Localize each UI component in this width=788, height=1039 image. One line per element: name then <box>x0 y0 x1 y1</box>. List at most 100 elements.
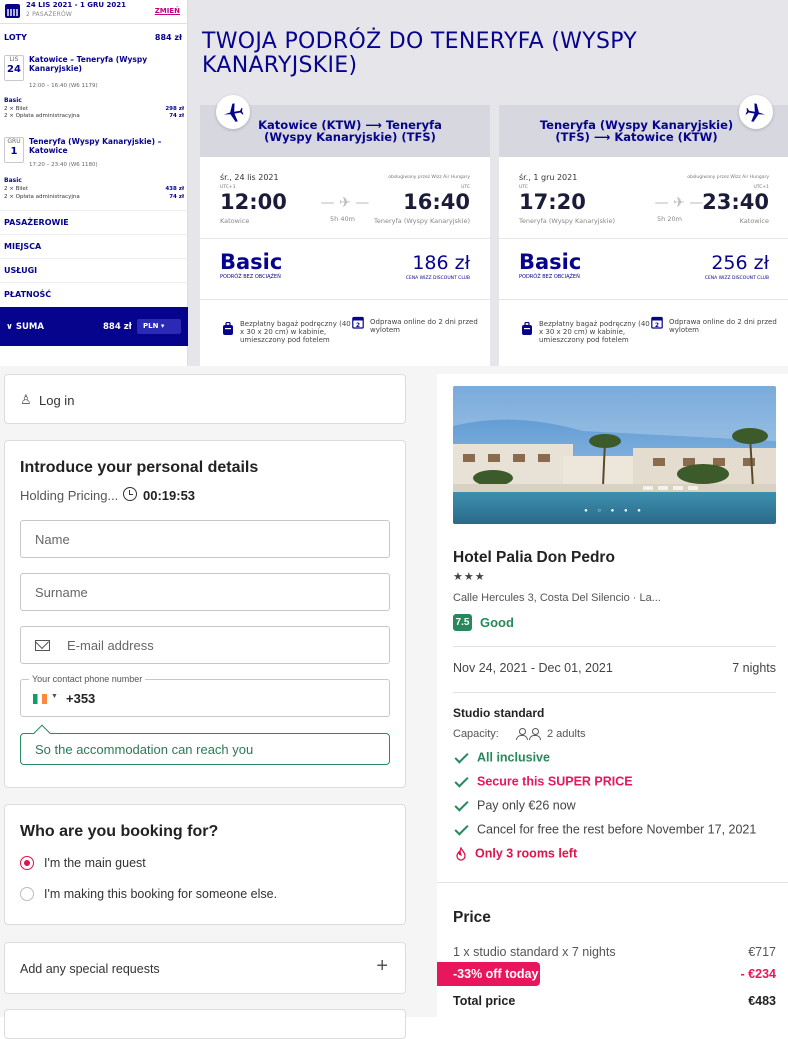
review-score-badge: 7.5 <box>453 614 472 631</box>
flight-path-icon: — ✈ — <box>320 195 370 211</box>
chevron-down-icon[interactable]: ▼ <box>51 693 58 700</box>
perk-checkin: Odprawa online do 2 dni przed wylotem <box>370 318 478 334</box>
change-link[interactable]: ZMIEŃ <box>155 7 180 15</box>
section-passengers[interactable]: PASAŻEROWIE <box>0 210 188 234</box>
surname-field[interactable]: Surname <box>20 573 390 611</box>
inbound-date-box: GRU 1 <box>4 137 24 163</box>
inbound-route: Teneryfa (Wyspy Kanaryjskie) – Katowice <box>29 137 162 155</box>
perk-baggage: Bezpłatny bagaż podręczny (40 x 30 x 20 … <box>240 320 351 344</box>
outbound-time: 12:00 – 16:40 (W6 1179) <box>29 83 98 89</box>
outbound-line-label: 2 × Bilet <box>4 106 28 112</box>
radio-someone-else[interactable] <box>20 887 34 901</box>
name-field[interactable]: Name <box>20 520 390 558</box>
divider <box>200 238 490 239</box>
fire-icon <box>456 846 466 861</box>
flight-date: śr., 24 lis 2021 <box>220 173 279 182</box>
flight-card-inbound: Teneryfa (Wyspy Kanaryjskie) (TFS) ⟶ Kat… <box>499 95 788 366</box>
phone-field[interactable]: Your contact phone number ▼ +353 <box>20 674 390 717</box>
inbound-month: GRU <box>7 138 21 145</box>
outbound-day: 24 <box>7 64 21 75</box>
phone-country-code: +353 <box>66 691 96 706</box>
ireland-flag-icon[interactable] <box>33 694 47 704</box>
perk-checkin: Odprawa online do 2 dni przed wylotem <box>669 318 777 334</box>
feature-text: Cancel for free the rest before November… <box>477 822 757 837</box>
star-rating: ★★★ <box>453 571 486 583</box>
bag-icon <box>522 322 532 335</box>
price-subtitle: CENA WIZZ DISCOUNT CLUB <box>704 276 769 281</box>
stay-nights: 7 nights <box>732 661 776 675</box>
departure-city: Teneryfa (Wyspy Kanaryjskie) <box>519 217 616 225</box>
price-line-label: 1 x studio standard x 7 nights <box>453 945 616 959</box>
svg-text:2: 2 <box>655 322 659 329</box>
booking-for-title: Who are you booking for? <box>20 823 219 840</box>
feature-item: All inclusive <box>453 749 550 765</box>
divider <box>499 238 788 239</box>
page-title: TWOJA PODRÓŻ DO TENERYFA (WYSPY KANARYJS… <box>202 29 638 78</box>
departure-time: 17:20 <box>519 190 586 214</box>
flight-duration: 5h 20m <box>657 215 682 223</box>
login-link[interactable]: Log in <box>39 393 74 408</box>
trip-sidebar: 24 LIS 2021 - 1 GRU 2021 2 PASAŻERÓW ZMI… <box>0 0 188 366</box>
arrival-city: Katowice <box>739 217 769 225</box>
flight-card-outbound: Katowice (KTW) ⟶ Teneryfa (Wyspy Kanaryj… <box>200 95 490 366</box>
bag-icon <box>223 322 233 335</box>
feature-text: All inclusive <box>477 750 550 765</box>
person-icon <box>529 728 541 740</box>
hotel-photo[interactable]: ● ○ ● ● ● <box>453 386 776 524</box>
flights-row: LOTY 884 zł <box>4 33 182 42</box>
phone-hint: So the accommodation can reach you <box>20 733 390 765</box>
personal-details-card: Introduce your personal details Holding … <box>4 440 406 788</box>
trip-dates: 24 LIS 2021 - 1 GRU 2021 <box>26 1 127 9</box>
inbound-line: 2 × Opłata administracyjna 74 zł <box>4 194 184 200</box>
outbound-line-amount: 74 zł <box>169 113 184 119</box>
flight-path-icon: — ✈ — <box>654 195 704 211</box>
feature-item: Cancel for free the rest before November… <box>453 821 757 837</box>
option-main-guest[interactable]: I'm the main guest <box>44 856 146 870</box>
scarcity-text: Only 3 rooms left <box>475 846 578 861</box>
email-placeholder: E-mail address <box>67 638 154 653</box>
discount-amount: - €234 <box>740 967 776 981</box>
section-services[interactable]: USŁUGI <box>0 258 188 282</box>
inbound-time: 17:20 – 23:40 (W6 1180) <box>29 162 98 168</box>
flight-date: śr., 1 gru 2021 <box>519 173 578 182</box>
operator: obsługiwany przez Wizz Air Hungary <box>687 175 769 180</box>
check-icon <box>454 797 469 812</box>
currency-value: PLN <box>143 322 159 330</box>
divider <box>453 692 776 693</box>
total-amount: €483 <box>748 994 776 1008</box>
arrival-time: 23:40 <box>702 190 769 214</box>
hotel-booking-page: ♙ Log in Introduce your personal details… <box>0 366 788 1039</box>
price-subtitle: CENA WIZZ DISCOUNT CLUB <box>405 276 470 281</box>
fare-subtitle: PODRÓŻ BEZ OBCIĄŻEŃ <box>220 274 281 280</box>
sum-bar[interactable]: ∨ SUMA 884 zł PLN ▾ <box>0 307 188 346</box>
section-seats[interactable]: MIEJSCA <box>0 234 188 258</box>
holding-pricing-label: Holding Pricing... <box>20 488 119 503</box>
scarcity-notice: Only 3 rooms left <box>453 846 577 861</box>
carousel-dots[interactable]: ● ○ ● ● ● <box>453 508 776 514</box>
special-requests-card[interactable]: Add any special requests + <box>4 942 406 994</box>
departure-time: 12:00 <box>220 190 287 214</box>
feature-item: Secure this SUPER PRICE <box>453 773 633 789</box>
stay-dates: Nov 24, 2021 - Dec 01, 2021 <box>453 661 613 675</box>
operator: obsługiwany przez Wizz Air Hungary <box>388 175 470 180</box>
email-field[interactable]: E-mail address <box>20 626 390 664</box>
phone-label: Your contact phone number <box>29 674 146 684</box>
option-someone-else[interactable]: I'm making this booking for someone else… <box>44 887 277 901</box>
login-card[interactable]: ♙ Log in <box>4 374 406 424</box>
next-card <box>4 1009 406 1039</box>
perk-baggage: Bezpłatny bagaż podręczny (40 x 30 x 20 … <box>539 320 650 344</box>
review-rating-word: Good <box>480 615 514 630</box>
surname-placeholder: Surname <box>35 585 88 600</box>
room-type: Studio standard <box>453 706 545 720</box>
section-payment[interactable]: PŁATNOŚĆ <box>0 282 188 306</box>
calendar-icon <box>5 4 20 18</box>
inbound-line-amount: 438 zł <box>165 186 184 192</box>
currency-select[interactable]: PLN ▾ <box>137 319 181 334</box>
inbound-line-amount: 74 zł <box>169 194 184 200</box>
outbound-line: 2 × Bilet 298 zł <box>4 106 184 112</box>
radio-main-guest[interactable] <box>20 856 34 870</box>
fare-price: 186 zł <box>412 252 470 274</box>
plus-icon[interactable]: + <box>376 955 388 978</box>
hotel-name: Hotel Palia Don Pedro <box>453 549 615 566</box>
outbound-line-label: 2 × Opłata administracyjna <box>4 113 80 119</box>
